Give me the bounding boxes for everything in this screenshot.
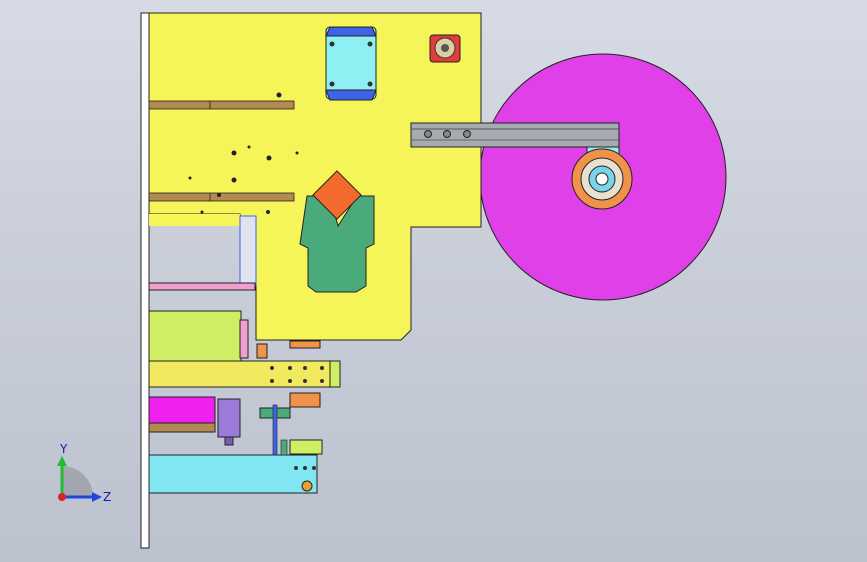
pink-strip[interactable] [148, 282, 256, 291]
orange-small-block-3[interactable] [256, 343, 268, 359]
vertical-cylinder[interactable] [239, 215, 257, 287]
plate-lower-left-region [149, 214, 240, 226]
cyan-mounting-block[interactable] [325, 26, 377, 101]
gray-linear-rail[interactable] [410, 122, 620, 148]
orange-small-block-2[interactable] [289, 392, 321, 408]
cyan-bar-holes [294, 466, 316, 470]
orange-small-block-1[interactable] [289, 340, 321, 349]
vertical-post-2[interactable] [280, 439, 288, 456]
y-axis-label: Y [59, 442, 68, 456]
magenta-block-base [148, 422, 216, 433]
yellow-slide-end [329, 360, 341, 388]
left-frame-plate[interactable] [140, 12, 150, 549]
coordinate-triad-icon: Y Z [57, 442, 111, 504]
green-sensor-2[interactable] [289, 439, 323, 455]
red-sensor-block[interactable] [429, 34, 461, 63]
yellow-slide-bar[interactable] [148, 360, 341, 388]
cyan-bar-bolt [301, 480, 313, 492]
upper-brown-bar[interactable] [148, 100, 295, 110]
vertical-post-1[interactable] [272, 404, 278, 456]
lime-block-side [239, 319, 249, 359]
cyan-base-bar[interactable] [148, 454, 318, 494]
lower-brown-bar[interactable] [148, 192, 295, 202]
z-axis-label: Z [103, 490, 111, 504]
purple-cylinder-rod [224, 436, 234, 446]
magenta-block[interactable] [148, 396, 216, 426]
lime-block[interactable] [148, 310, 242, 362]
purple-cylinder[interactable] [217, 398, 241, 438]
cad-viewport[interactable] [0, 0, 867, 562]
